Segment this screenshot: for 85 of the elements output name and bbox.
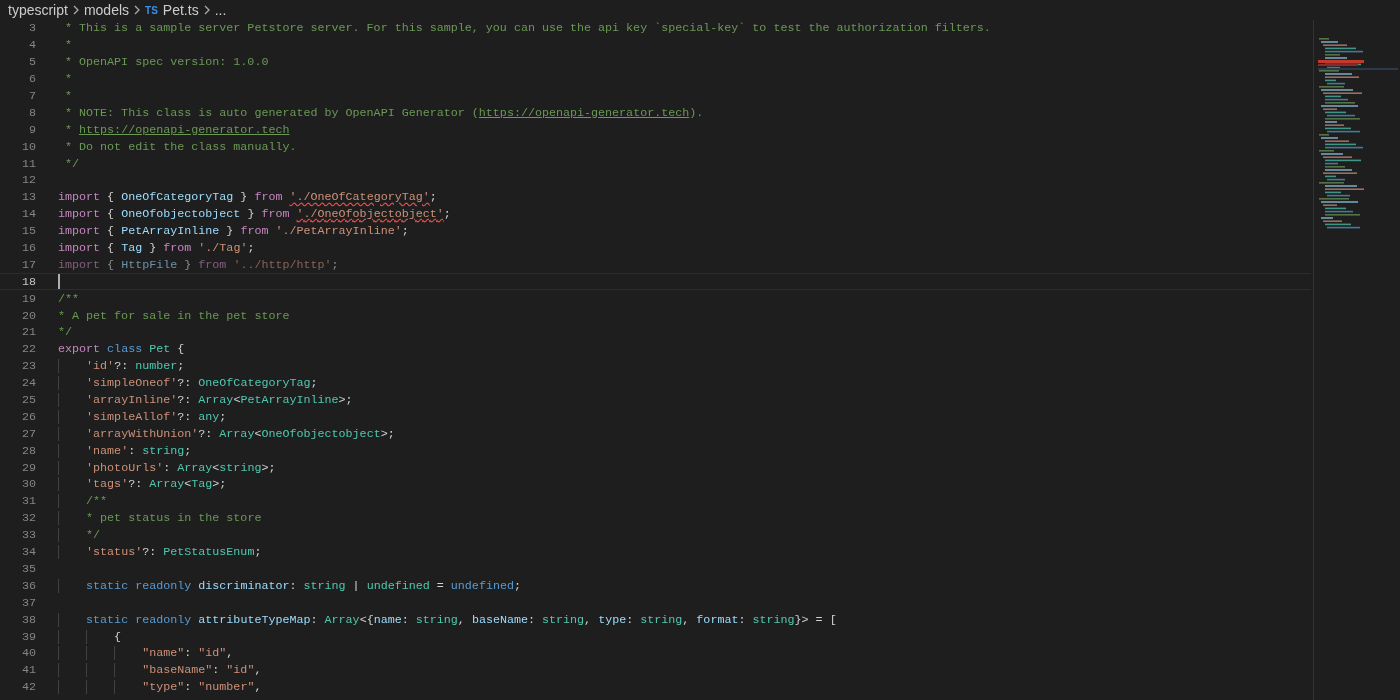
code-line: 'arrayInline'?: Array<PetArrayInline>; <box>58 393 353 408</box>
line-number: 35 <box>20 561 36 576</box>
code-line: /** <box>58 494 108 509</box>
code-line: */ <box>58 325 73 340</box>
line-number: 16 <box>20 241 36 255</box>
code-line: */ <box>58 528 101 543</box>
line-number: 3 <box>28 21 36 36</box>
code-line: * <box>64 89 73 103</box>
line-number: 25 <box>20 393 36 408</box>
line-number: 5 <box>28 55 36 70</box>
chevron-icon <box>72 5 79 15</box>
line-number: 39 <box>20 629 36 644</box>
line-number: 33 <box>20 528 36 543</box>
line-number: 20 <box>20 308 36 323</box>
line-number: 29 <box>20 460 36 475</box>
line-number: 40 <box>20 646 36 661</box>
line-number: 10 <box>20 139 36 154</box>
code-line: 'simpleAllof'?: any; <box>58 409 227 424</box>
code-line: * https://openapi-generator.tech <box>64 122 290 137</box>
line-number: 30 <box>20 477 36 492</box>
line-number: 24 <box>20 376 36 391</box>
code-line: import { Tag } from './Tag'; <box>58 241 255 255</box>
line-number: 15 <box>20 224 36 239</box>
line-number: 4 <box>28 38 36 53</box>
code-line: 'arrayWithUnion'?: Array<OneOfobjectobject>; <box>58 426 395 441</box>
code-line: "type": "number", <box>58 680 262 695</box>
line-number: 9 <box>28 122 36 137</box>
line-number: 36 <box>20 578 36 593</box>
line-number: 8 <box>28 105 36 120</box>
chevron-icon <box>134 5 141 15</box>
breadcrumb-item[interactable]: Pet.ts <box>162 2 199 18</box>
code-line: static readonly discriminator: string | undefined = undefined; <box>58 578 521 593</box>
line-number: 27 <box>20 426 36 441</box>
text-cursor <box>58 274 60 290</box>
code-line: 'id'?: number; <box>58 359 185 374</box>
code-line: static readonly attributeTypeMap: Array<{name: string, baseName: string, type: string, format: string}> = [ <box>58 612 837 627</box>
line-number: 11 <box>20 156 36 171</box>
line-number: 12 <box>20 173 36 188</box>
line-number: 17 <box>20 257 36 272</box>
code-line: 'status'?: PetStatusEnum; <box>58 545 262 560</box>
breadcrumb-item[interactable]: ... <box>214 2 227 18</box>
line-number: 13 <box>20 190 36 205</box>
code-line: * <box>64 38 73 53</box>
line-number: 26 <box>20 409 36 424</box>
code-line: 'name': string; <box>58 443 192 458</box>
code-line: "name": "id", <box>58 646 234 661</box>
line-number: 14 <box>20 207 36 222</box>
code-line: * <box>64 72 73 87</box>
code-line: { <box>58 629 122 644</box>
line-number: 28 <box>20 443 36 458</box>
code-line: import { OneOfobjectobject } from './OneOfobjectobject'; <box>58 207 451 222</box>
code-line: import { HttpFile } from '../http/http'; <box>58 257 339 272</box>
code-line: import { PetArrayInline } from './PetArrayInline'; <box>58 224 409 239</box>
breadcrumb-item[interactable]: typescript <box>8 2 68 18</box>
code-line: "baseName": "id", <box>58 663 262 678</box>
line-number: 7 <box>28 89 36 103</box>
code-line: 'photoUrls': Array<string>; <box>58 460 276 475</box>
code-line: * A pet for sale in the pet store <box>58 308 290 323</box>
code-line: * OpenAPI spec version: 1.0.0 <box>64 55 269 70</box>
breadcrumb-item[interactable]: models <box>83 2 130 18</box>
line-number: 41 <box>20 663 36 678</box>
line-number: 34 <box>20 545 36 560</box>
code-line: * NOTE: This class is auto generated by OpenAPI Generator (https://openapi-generator.tech). <box>64 105 704 120</box>
code-line: /** <box>58 291 80 306</box>
line-number: 23 <box>20 359 36 374</box>
line-number: 38 <box>20 612 36 627</box>
line-number: 18 <box>20 274 36 289</box>
code-line: */ <box>64 156 80 171</box>
chevron-icon <box>203 5 210 15</box>
code-line: import { OneOfCategoryTag } from './OneOfCategoryTag'; <box>58 190 437 205</box>
line-number: 19 <box>20 291 36 306</box>
code-line: 'tags'?: Array<Tag>; <box>58 477 227 492</box>
code-line: * Do not edit the class manually. <box>64 139 297 154</box>
code-line: export class Pet { <box>58 342 185 357</box>
line-number: 42 <box>20 680 36 695</box>
line-number: 21 <box>20 325 36 340</box>
file-type-label: TS <box>145 4 158 16</box>
line-number: 37 <box>20 595 36 610</box>
line-number: 6 <box>28 72 36 87</box>
code-line: * pet status in the store <box>58 511 262 526</box>
line-number: 32 <box>20 511 36 526</box>
line-number: 22 <box>20 342 36 357</box>
code-line: * This is a sample server Petstore server. For this sample, you can use the api key `special-key` to test the authorization filters. <box>64 21 991 36</box>
code-line: 'simpleOneof'?: OneOfCategoryTag; <box>58 376 318 391</box>
line-number: 31 <box>20 494 36 509</box>
